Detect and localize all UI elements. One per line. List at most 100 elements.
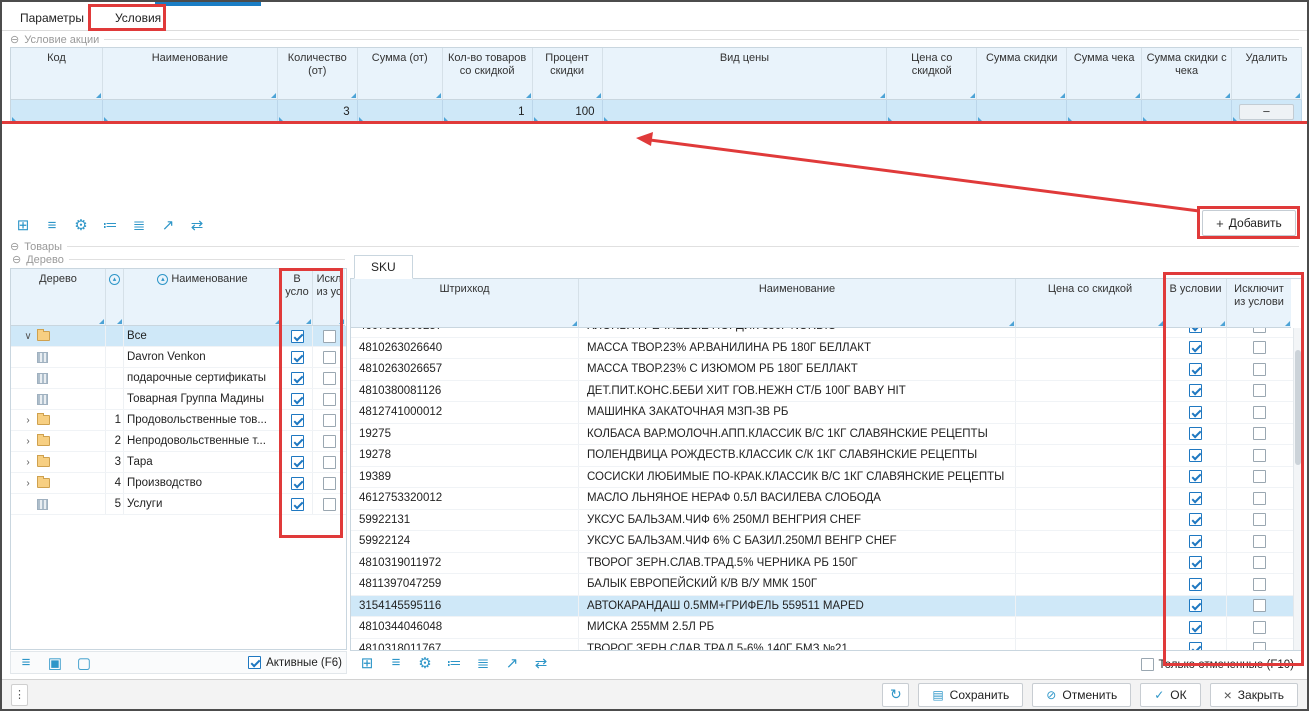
checkbox[interactable]: [248, 656, 261, 669]
checkbox[interactable]: [1253, 470, 1266, 483]
checkbox[interactable]: [1189, 513, 1202, 526]
checkbox[interactable]: [291, 435, 304, 448]
column-header-in-condition[interactable]: В условии: [1165, 279, 1227, 328]
sku-row[interactable]: 4607058800257ХЛОПЬЯ ГРЕЧНЕВЫЕ НОРДИК 350…: [351, 328, 1293, 338]
active-filter-checkbox[interactable]: Активные (F6): [248, 656, 342, 669]
tree-row[interactable]: ›3Тара: [11, 452, 346, 473]
sku-row[interactable]: 3154145595116АВТОКАРАНДАШ 0.5ММ+ГРИФЕЛЬ …: [351, 596, 1293, 618]
checkbox[interactable]: [1189, 363, 1202, 376]
sku-row[interactable]: 4811397047259БАЛЫК ЕВРОПЕЙСКИЙ К/В В/У М…: [351, 574, 1293, 596]
sku-row[interactable]: 4810318011767ТВОРОГ ЗЕРН.СЛАВ.ТРАД 5-6% …: [351, 639, 1293, 651]
refresh-button[interactable]: ↻: [882, 683, 909, 707]
checkbox[interactable]: [1253, 449, 1266, 462]
checkbox[interactable]: [291, 456, 304, 469]
column-header[interactable]: Наименование: [103, 48, 278, 100]
checkbox[interactable]: [1253, 535, 1266, 548]
grid-view-icon[interactable]: ⊞: [356, 652, 378, 674]
checkbox[interactable]: [291, 477, 304, 490]
checkbox[interactable]: [1253, 384, 1266, 397]
checkbox[interactable]: [1189, 449, 1202, 462]
settings-gear-icon[interactable]: ⚙: [414, 652, 436, 674]
checkbox[interactable]: [1189, 642, 1202, 650]
checkbox[interactable]: [1253, 578, 1266, 591]
tree-row[interactable]: ∨Все: [11, 326, 346, 347]
tree-row[interactable]: ›4Производство: [11, 473, 346, 494]
tree-row[interactable]: ›2Непродовольственные т...: [11, 431, 346, 452]
checkbox[interactable]: [1189, 556, 1202, 569]
checkbox[interactable]: [1253, 513, 1266, 526]
checkbox[interactable]: [323, 351, 336, 364]
sku-row[interactable]: 4810380081126ДЕТ.ПИТ.КОНС.БЕБИ ХИТ ГОВ.Н…: [351, 381, 1293, 403]
expander-icon[interactable]: ›: [23, 457, 33, 468]
tab-sku[interactable]: SKU: [354, 255, 413, 279]
checkbox[interactable]: [291, 498, 304, 511]
collapse-all-icon[interactable]: ▣: [44, 652, 66, 674]
column-header-name[interactable]: ▴Наименование: [124, 269, 282, 326]
filter-icon[interactable]: ≡: [385, 652, 407, 674]
checkbox[interactable]: [291, 393, 304, 406]
sku-row[interactable]: 4812741000012МАШИНКА ЗАКАТОЧНАЯ МЗП-3В Р…: [351, 402, 1293, 424]
checkbox[interactable]: [1189, 328, 1202, 333]
column-header[interactable]: Сумма скидки с чека: [1142, 48, 1232, 100]
numbered-list-icon[interactable]: ≔: [99, 214, 121, 236]
collapse-icon[interactable]: ⊖: [10, 33, 19, 46]
save-button[interactable]: ▤ Сохранить: [918, 683, 1023, 707]
sku-row[interactable]: 4810263026657МАССА ТВОР.23% С ИЗЮМОМ РБ …: [351, 359, 1293, 381]
export-icon[interactable]: ↗: [157, 214, 179, 236]
checkbox[interactable]: [291, 414, 304, 427]
ok-button[interactable]: ✓ ОК: [1140, 683, 1200, 707]
column-header[interactable]: Код: [11, 48, 103, 100]
collapse-icon[interactable]: ⊖: [12, 253, 21, 266]
checkbox[interactable]: [1253, 642, 1266, 650]
close-button[interactable]: × Закрыть: [1210, 683, 1298, 707]
tab-usloviya[interactable]: Условия: [102, 7, 174, 29]
vertical-scrollbar[interactable]: [1293, 328, 1301, 650]
collapse-icon[interactable]: ⊖: [10, 240, 19, 253]
checkbox[interactable]: [291, 372, 304, 385]
sku-row[interactable]: 19389СОСИСКИ ЛЮБИМЫЕ ПО-КРАК.КЛАССИК В/С…: [351, 467, 1293, 489]
column-header[interactable]: Сумма скидки: [977, 48, 1067, 100]
column-header-tree[interactable]: Дерево: [11, 269, 106, 326]
checkbox[interactable]: [1253, 556, 1266, 569]
sync-icon[interactable]: ⇄: [186, 214, 208, 236]
column-header[interactable]: Сумма (от): [358, 48, 443, 100]
cancel-button[interactable]: ⊘ Отменить: [1032, 683, 1131, 707]
column-header[interactable]: Вид цены: [603, 48, 888, 100]
checkbox[interactable]: [1189, 427, 1202, 440]
checkbox[interactable]: [323, 456, 336, 469]
checkbox[interactable]: [1253, 341, 1266, 354]
filter-icon[interactable]: ≡: [15, 652, 37, 674]
group-list-icon[interactable]: ≣: [128, 214, 150, 236]
condition-row[interactable]: 31100−: [10, 100, 1302, 124]
checkbox[interactable]: [323, 477, 336, 490]
checkbox[interactable]: [1253, 621, 1266, 634]
checkbox[interactable]: [1189, 384, 1202, 397]
only-marked-checkbox[interactable]: Только отмеченные (F10): [1141, 658, 1294, 671]
checkbox[interactable]: [1189, 406, 1202, 419]
sku-row[interactable]: 4810344046048МИСКА 255ММ 2.5Л РБ: [351, 617, 1293, 639]
checkbox[interactable]: [1253, 427, 1266, 440]
checkbox[interactable]: [1141, 658, 1154, 671]
column-header[interactable]: Удалить: [1232, 48, 1302, 100]
tree-row[interactable]: ›1Продовольственные тов...: [11, 410, 346, 431]
column-header[interactable]: Сумма чека: [1067, 48, 1142, 100]
checkbox[interactable]: [323, 393, 336, 406]
checkbox[interactable]: [1253, 328, 1266, 333]
expander-icon[interactable]: ›: [23, 415, 33, 426]
column-header-exclude[interactable]: Исключит из услови: [1227, 279, 1291, 328]
column-header-price[interactable]: Цена со скидкой: [1016, 279, 1165, 328]
checkbox[interactable]: [1253, 406, 1266, 419]
column-header[interactable]: Процент скидки: [533, 48, 603, 100]
checkbox[interactable]: [323, 330, 336, 343]
grid-view-icon[interactable]: ⊞: [12, 214, 34, 236]
expander-icon[interactable]: ∨: [23, 331, 33, 342]
checkbox[interactable]: [291, 351, 304, 364]
column-header[interactable]: Цена со скидкой: [887, 48, 977, 100]
checkbox[interactable]: [323, 372, 336, 385]
sku-row[interactable]: 19275КОЛБАСА ВАР.МОЛОЧН.АПП.КЛАССИК В/С …: [351, 424, 1293, 446]
column-header[interactable]: Кол-во товаров со скидкой: [443, 48, 533, 100]
expander-icon[interactable]: ›: [23, 436, 33, 447]
tree-row[interactable]: подарочные сертификаты: [11, 368, 346, 389]
tree-row[interactable]: Товарная Группа Мадины: [11, 389, 346, 410]
group-list-icon[interactable]: ≣: [472, 652, 494, 674]
